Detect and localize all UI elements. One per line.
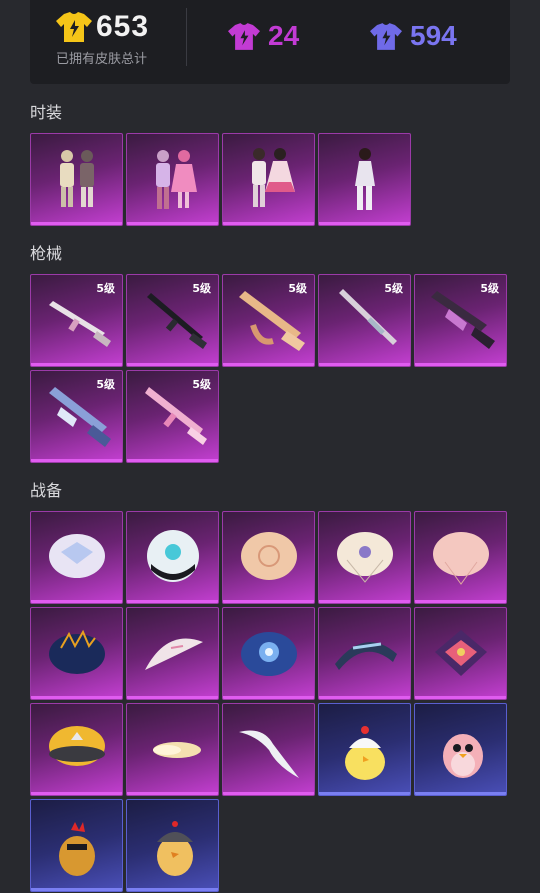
gear-card[interactable] (30, 799, 123, 892)
rooster-image (59, 822, 95, 876)
parachute-image (433, 532, 489, 585)
total-skins-count: 653 (96, 10, 150, 43)
outfit-duo-image (156, 150, 197, 209)
smg-image (147, 293, 207, 349)
chick-image (345, 726, 385, 780)
gear-card[interactable] (126, 703, 219, 796)
shotgun-image (339, 289, 397, 345)
gear-card[interactable] (414, 511, 507, 604)
skin-stats-bar: 653 已拥有皮肤总计 24 594 (30, 0, 510, 84)
indigo-skins-stat: 594 (370, 20, 457, 52)
outfit-single-image (355, 148, 375, 210)
pink-bird-image (443, 734, 483, 778)
parachute-image (147, 530, 199, 582)
stats-divider (186, 8, 187, 66)
parachute-image (49, 629, 105, 674)
gold-shirt-icon (56, 12, 92, 42)
parachute-image (49, 534, 105, 578)
gear-card[interactable] (126, 511, 219, 604)
weapon-card[interactable]: 5级 (414, 274, 507, 367)
pink-rifle-image (145, 387, 207, 445)
gear-card[interactable] (30, 511, 123, 604)
wings-image (239, 730, 299, 778)
purple-shirt-icon (228, 22, 260, 50)
gear-card[interactable] (318, 703, 411, 796)
gear-card[interactable] (318, 511, 411, 604)
total-skins-stat: 653 已拥有皮肤总计 (56, 10, 184, 67)
parachute-image (335, 642, 397, 670)
outfit-duo-image (252, 148, 295, 207)
outfits-section-title: 时装 (30, 103, 63, 122)
glider-image (145, 638, 203, 670)
gear-card[interactable] (414, 607, 507, 700)
parachute-image (241, 632, 297, 676)
gear-card[interactable] (414, 703, 507, 796)
outfit-card[interactable] (126, 133, 219, 226)
parachute-image (241, 532, 297, 580)
weapon-card[interactable]: 5级 (126, 274, 219, 367)
blue-smg-image (49, 387, 111, 447)
gear-card[interactable] (318, 607, 411, 700)
indigo-shirt-icon (370, 22, 402, 50)
weapon-card[interactable]: 5级 (30, 370, 123, 463)
total-skins-label: 已拥有皮肤总计 (56, 52, 148, 67)
weapon-card[interactable]: 5级 (126, 370, 219, 463)
weapon-card[interactable]: 5级 (222, 274, 315, 367)
weapon-card[interactable]: 5级 (318, 274, 411, 367)
purple-smg-image (431, 291, 495, 349)
parachute-image (49, 726, 105, 766)
outfit-card[interactable] (222, 133, 315, 226)
gear-card[interactable] (126, 799, 219, 892)
purple-skins-stat: 24 (228, 20, 299, 52)
gear-section-title: 战备 (30, 481, 63, 500)
chick-helmet-image (157, 821, 193, 876)
indigo-skins-count: 594 (410, 20, 457, 51)
gear-card[interactable] (126, 607, 219, 700)
purple-skins-count: 24 (268, 20, 300, 51)
parachute-image (435, 630, 487, 676)
outfit-card[interactable] (30, 133, 123, 226)
cloud-trail-image (153, 742, 201, 758)
gear-card[interactable] (222, 511, 315, 604)
rifle-image (49, 301, 111, 347)
outfit-duo-image (60, 150, 94, 207)
gear-card[interactable] (222, 703, 315, 796)
gold-rifle-image (239, 291, 305, 351)
parachute-image (337, 532, 393, 583)
weapons-section-title: 枪械 (30, 244, 63, 263)
weapon-card[interactable]: 5级 (30, 274, 123, 367)
gear-card[interactable] (30, 703, 123, 796)
outfit-card[interactable] (318, 133, 411, 226)
gear-card[interactable] (30, 607, 123, 700)
gear-card[interactable] (222, 607, 315, 700)
